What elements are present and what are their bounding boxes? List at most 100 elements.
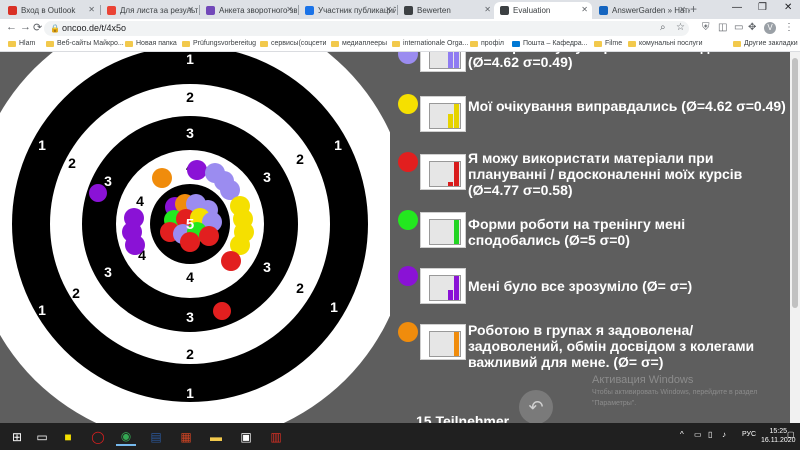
thumbnail-bar xyxy=(448,52,453,68)
vote-dot xyxy=(89,184,107,202)
close-icon[interactable]: ✕ xyxy=(581,5,588,14)
volume-icon[interactable]: ♪ xyxy=(722,430,726,439)
language-indicator[interactable]: РУС xyxy=(742,431,756,438)
scrollbar-thumb[interactable] xyxy=(792,58,798,308)
legend-chart-thumbnail[interactable] xyxy=(420,324,466,360)
answergarden-icon xyxy=(599,6,608,15)
legend-dot[interactable] xyxy=(398,266,418,286)
bookmark-item[interactable]: internationale Orga... xyxy=(392,40,468,47)
folder-icon xyxy=(331,40,339,47)
restore-button[interactable]: ❐ xyxy=(758,2,767,13)
chrome-icon[interactable]: ◉ xyxy=(116,427,136,446)
ring-label: 1 xyxy=(186,385,194,401)
scrollbar[interactable] xyxy=(790,52,800,423)
ring-label: 3 xyxy=(186,125,194,141)
bookmark-item[interactable]: сервисы(соцсети xyxy=(260,40,326,47)
bookmark-label: Filme xyxy=(605,40,623,47)
tab-title: Анкета зворотного зв xyxy=(219,6,297,15)
legend-chart-thumbnail[interactable] xyxy=(420,268,466,304)
windows-start-icon[interactable]: ⊞ xyxy=(7,427,27,446)
tab-gmail[interactable]: Для листа за результ ✕ xyxy=(101,2,198,19)
bookmark-label: Hlam xyxy=(19,40,36,47)
menu-dots-icon[interactable]: ⋮ xyxy=(784,22,794,33)
folder-icon xyxy=(628,40,636,47)
activation-title: Активация Windows xyxy=(592,374,694,386)
legend-dot[interactable] xyxy=(398,210,418,230)
extension-icon[interactable]: ◫ xyxy=(718,22,727,33)
star-icon[interactable]: ☆ xyxy=(676,22,685,33)
bookmark-item[interactable]: профіл xyxy=(470,40,504,47)
bookmark-item[interactable]: комунальні послуги xyxy=(628,40,703,47)
bookmark-item[interactable]: Prüfungsvorbereitug xyxy=(182,40,256,47)
vote-dot xyxy=(152,168,172,188)
back-arrow-icon[interactable]: ← xyxy=(6,21,17,33)
bookmark-item[interactable]: Другие закладки xyxy=(733,40,798,47)
task-view-icon[interactable]: ▭ xyxy=(32,427,52,446)
avatar[interactable]: V xyxy=(764,22,776,34)
bookmark-item[interactable]: медиаплееры xyxy=(331,40,387,47)
close-icon[interactable]: ✕ xyxy=(385,5,392,14)
bookmark-item[interactable]: Новая папка xyxy=(125,40,177,47)
undo-button[interactable]: ↶ xyxy=(519,390,553,423)
folder-icon xyxy=(470,40,478,47)
tab-answergarden[interactable]: AnswerGarden » Hатю ✕ xyxy=(593,2,690,19)
bookmark-item[interactable]: Filme xyxy=(594,40,622,47)
notification-icon[interactable]: ▢ xyxy=(787,430,795,439)
legend-chart-thumbnail[interactable] xyxy=(420,154,466,190)
tab-bewerten[interactable]: Bewerten ✕ xyxy=(398,2,495,19)
zoom-icon[interactable]: ⌕ xyxy=(660,22,666,33)
legend-dot[interactable] xyxy=(398,94,418,114)
url-field[interactable]: 🔒 oncoo.de/t/4x5o xyxy=(44,21,689,36)
legend-text: Мої очікування виправдались (Ø=4.62 σ=0.… xyxy=(468,98,786,114)
legend-chart-thumbnail[interactable] xyxy=(420,212,466,248)
media-icon[interactable]: ▣ xyxy=(236,427,256,446)
thumbnail-plot xyxy=(429,331,461,357)
tab-forms[interactable]: Анкета зворотного зв ✕ xyxy=(200,2,297,19)
cast-icon[interactable]: ▭ xyxy=(734,22,743,33)
bookmark-item[interactable]: Веб-сайты Майкро... xyxy=(46,40,124,47)
bookmark-item[interactable]: Пошта – Кафедра... xyxy=(512,40,588,47)
close-icon[interactable]: ✕ xyxy=(88,5,95,14)
folder-icon xyxy=(733,40,741,47)
new-tab-button[interactable]: + xyxy=(690,2,697,16)
legend-dot[interactable] xyxy=(398,322,418,342)
legend-dot[interactable] xyxy=(398,152,418,172)
tab-title: Bewerten xyxy=(417,6,451,15)
chevron-up-icon[interactable]: ^ xyxy=(680,430,684,439)
ring-label: 3 xyxy=(104,264,112,280)
close-icon[interactable]: ✕ xyxy=(286,5,293,14)
close-icon[interactable]: ✕ xyxy=(187,5,194,14)
ring-label: 1 xyxy=(186,52,194,67)
battery-icon[interactable]: ▯ xyxy=(708,430,712,439)
close-window-button[interactable]: ✕ xyxy=(784,2,792,13)
thumbnail-bar xyxy=(454,332,459,356)
network-icon[interactable]: ▭ xyxy=(694,430,702,439)
opera-icon[interactable]: ◯ xyxy=(88,427,108,446)
forward-arrow-icon[interactable]: → xyxy=(20,21,31,33)
thumbnail-bar xyxy=(448,182,453,186)
tab-outlook[interactable]: Вход в Outlook ✕ xyxy=(2,2,99,19)
tab-evaluation[interactable]: Evaluation ✕ xyxy=(494,2,592,19)
oncoo-icon xyxy=(404,6,413,15)
bookmark-item[interactable]: Hlam xyxy=(8,40,35,47)
legend-text: Роботою в групах я задоволена/ задоволен… xyxy=(468,322,755,370)
close-icon[interactable]: ✕ xyxy=(484,5,491,14)
legend-dot[interactable] xyxy=(398,52,418,64)
sticky-notes-icon[interactable]: ■ xyxy=(58,427,78,446)
ring-label: 4 xyxy=(186,269,194,285)
file-explorer-icon[interactable]: ▬ xyxy=(206,427,226,446)
shield-icon[interactable]: ⛨ xyxy=(702,22,710,33)
puzzle-icon[interactable]: ✥ xyxy=(748,22,756,33)
vote-dot xyxy=(125,235,145,255)
word-icon[interactable]: ▤ xyxy=(146,427,166,446)
thumbnail-bar xyxy=(454,162,459,186)
reload-icon[interactable]: ⟳ xyxy=(33,21,42,34)
legend-chart-thumbnail[interactable] xyxy=(420,52,466,72)
minimize-button[interactable]: — xyxy=(732,2,742,13)
tab-publications[interactable]: Участник публикаций ✕ xyxy=(299,2,396,19)
app-icon[interactable]: ▥ xyxy=(266,427,286,446)
close-icon[interactable]: ✕ xyxy=(679,5,686,14)
powerpoint-icon[interactable]: ▦ xyxy=(176,427,196,446)
windows-activation-watermark: Активация Windows Чтобы активировать Win… xyxy=(592,374,757,408)
legend-chart-thumbnail[interactable] xyxy=(420,96,466,132)
